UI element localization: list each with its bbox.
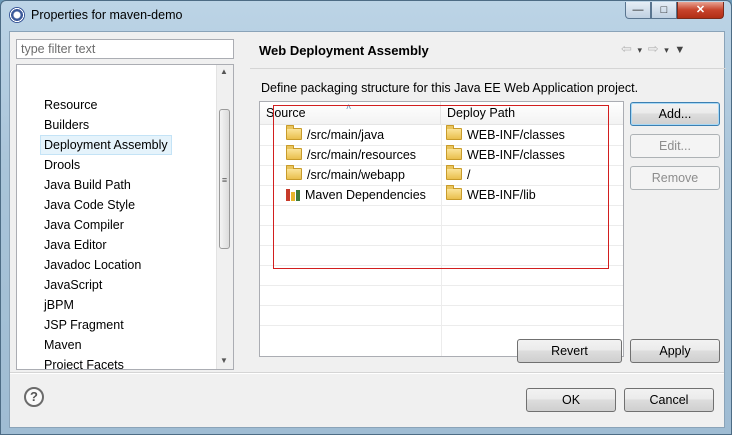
table-row[interactable]: /src/main/webapp / (260, 165, 623, 186)
tree-item-maven[interactable]: Maven (41, 336, 85, 354)
table-row-empty (260, 285, 623, 306)
table-row[interactable]: /src/main/resources WEB-INF/classes (260, 145, 623, 166)
page-navigation: ⇦ ▾ ⇨ ▾ ▼ (621, 41, 686, 57)
add-button[interactable]: Add... (630, 102, 720, 126)
folder-icon (286, 165, 302, 180)
table-row-empty (260, 205, 623, 226)
tree-item-drools[interactable]: Drools (41, 156, 83, 174)
source-label: /src/main/resources (307, 148, 417, 162)
tree-item-builders[interactable]: Builders (41, 116, 92, 134)
page-description: Define packaging structure for this Java… (261, 81, 639, 95)
scrollbar-thumb[interactable]: ≡ (219, 109, 230, 249)
tree-item-jbpm[interactable]: jBPM (41, 296, 77, 314)
maximize-button[interactable]: □ (651, 2, 677, 19)
tree-item-jsp-fragment[interactable]: JSP Fragment (41, 316, 127, 334)
page-title: Web Deployment Assembly (259, 43, 429, 58)
scroll-up-icon[interactable]: ▲ (220, 67, 228, 76)
deploy-path-label: / (467, 168, 471, 182)
ok-button[interactable]: OK (526, 388, 616, 412)
dialog-client-area: Resource BuildersDeployment AssemblyDrool… (9, 31, 726, 428)
source-cell: Maven Dependencies (286, 185, 426, 205)
deploy-path-label: WEB-INF/classes (467, 128, 565, 142)
view-menu-icon[interactable]: ▼ (674, 44, 686, 56)
deploy-path-cell: WEB-INF/lib (446, 185, 536, 205)
tree-item-java-code-style[interactable]: Java Code Style (41, 196, 138, 214)
table-row-empty (260, 305, 623, 326)
tree-item-javascript[interactable]: JavaScript (41, 276, 105, 294)
folder-icon (446, 145, 462, 160)
table-row[interactable]: Maven Dependencies WEB-INF/lib (260, 185, 623, 206)
column-header-deploy-path[interactable]: Deploy Path (441, 102, 623, 124)
sort-ascending-icon: ˄ (346, 102, 352, 112)
header-separator (250, 68, 726, 69)
back-arrow-icon[interactable]: ⇦ (621, 41, 633, 56)
scroll-down-icon[interactable]: ▼ (220, 356, 228, 365)
tree-item-java-compiler[interactable]: Java Compiler (41, 216, 127, 234)
source-label: /src/main/webapp (307, 168, 405, 182)
deploy-path-cell: WEB-INF/classes (446, 125, 565, 145)
table-row-empty (260, 265, 623, 286)
column-header-source-label: Source (266, 106, 306, 120)
close-button[interactable]: ✕ (677, 2, 724, 19)
help-icon[interactable]: ? (24, 387, 44, 407)
deployment-table: Source ˄ Deploy Path /src/main/java WEB-I… (259, 101, 624, 357)
folder-icon (286, 125, 302, 140)
deploy-path-label: WEB-INF/classes (467, 148, 565, 162)
tree-item-resource[interactable]: Resource (41, 96, 101, 114)
deploy-path-cell: / (446, 165, 470, 185)
remove-button[interactable]: Remove (630, 166, 720, 190)
footer-separator-highlight (10, 373, 724, 374)
deploy-path-cell: WEB-INF/classes (446, 145, 565, 165)
edit-button[interactable]: Edit... (630, 134, 720, 158)
folder-icon (446, 185, 462, 200)
tree-item-java-editor[interactable]: Java Editor (41, 236, 110, 254)
table-row-empty (260, 225, 623, 246)
source-label: /src/main/java (307, 128, 385, 142)
table-row-empty (260, 245, 623, 266)
forward-dropdown-icon[interactable]: ▾ (664, 45, 670, 55)
eclipse-icon (9, 7, 25, 23)
title-bar[interactable]: Properties for maven-demo — □ ✕ (1, 1, 731, 29)
source-label: Maven Dependencies (305, 188, 426, 202)
apply-button[interactable]: Apply (630, 339, 720, 363)
deploy-path-label: WEB-INF/lib (467, 188, 536, 202)
library-icon (286, 189, 300, 201)
tree-item-javadoc-location[interactable]: Javadoc Location (41, 256, 144, 274)
folder-icon (446, 165, 462, 180)
table-header: Source ˄ Deploy Path (260, 102, 623, 125)
minimize-button[interactable]: — (625, 2, 651, 19)
tree-scrollbar[interactable]: ▲ ≡ ▼ (216, 65, 233, 369)
filter-input[interactable] (16, 39, 234, 59)
tree-item-project-facets[interactable]: Project Facets (41, 356, 127, 369)
source-cell: /src/main/java (286, 125, 384, 145)
property-page-tree: Resource Builders Deployment Assembly Drool… (16, 64, 234, 370)
tree-item-deployment-assembly[interactable]: Deployment Assembly (40, 135, 172, 155)
table-row[interactable]: /src/main/java WEB-INF/classes (260, 125, 623, 146)
folder-icon (446, 125, 462, 140)
revert-button[interactable]: Revert (517, 339, 622, 363)
cancel-button[interactable]: Cancel (624, 388, 714, 412)
back-dropdown-icon[interactable]: ▾ (638, 45, 644, 55)
properties-dialog: Properties for maven-demo — □ ✕ Resource… (0, 0, 732, 435)
tree-item-java-build-path[interactable]: Java Build Path (41, 176, 134, 194)
column-header-source[interactable]: Source ˄ (260, 102, 441, 124)
source-cell: /src/main/resources (286, 145, 416, 165)
folder-icon (286, 145, 302, 160)
source-cell: /src/main/webapp (286, 165, 405, 185)
forward-arrow-icon[interactable]: ⇨ (648, 41, 660, 56)
window-title: Properties for maven-demo (31, 8, 183, 22)
